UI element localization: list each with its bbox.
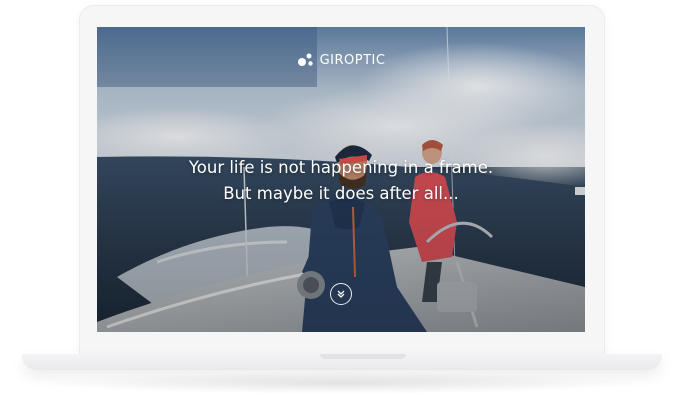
- scroll-down-button[interactable]: [330, 283, 352, 305]
- double-chevron-down-icon: [337, 290, 345, 298]
- headline-line-2: But maybe it does after all...: [223, 184, 459, 203]
- device-mockup: GIROPTIC Your life is not happening in a…: [0, 0, 683, 414]
- headline-line-1: Your life is not happening in a frame.: [188, 158, 494, 177]
- laptop-screen: GIROPTIC Your life is not happening in a…: [97, 27, 585, 332]
- brand-header[interactable]: GIROPTIC: [97, 51, 585, 69]
- brand-name: GIROPTIC: [319, 52, 386, 68]
- hero-headline: Your life is not happening in a frame. B…: [97, 155, 585, 207]
- laptop-base-notch: [320, 354, 406, 359]
- giroptic-dots-logo-icon: [297, 53, 313, 66]
- laptop-base: [22, 354, 662, 370]
- laptop-shadow: [40, 372, 644, 394]
